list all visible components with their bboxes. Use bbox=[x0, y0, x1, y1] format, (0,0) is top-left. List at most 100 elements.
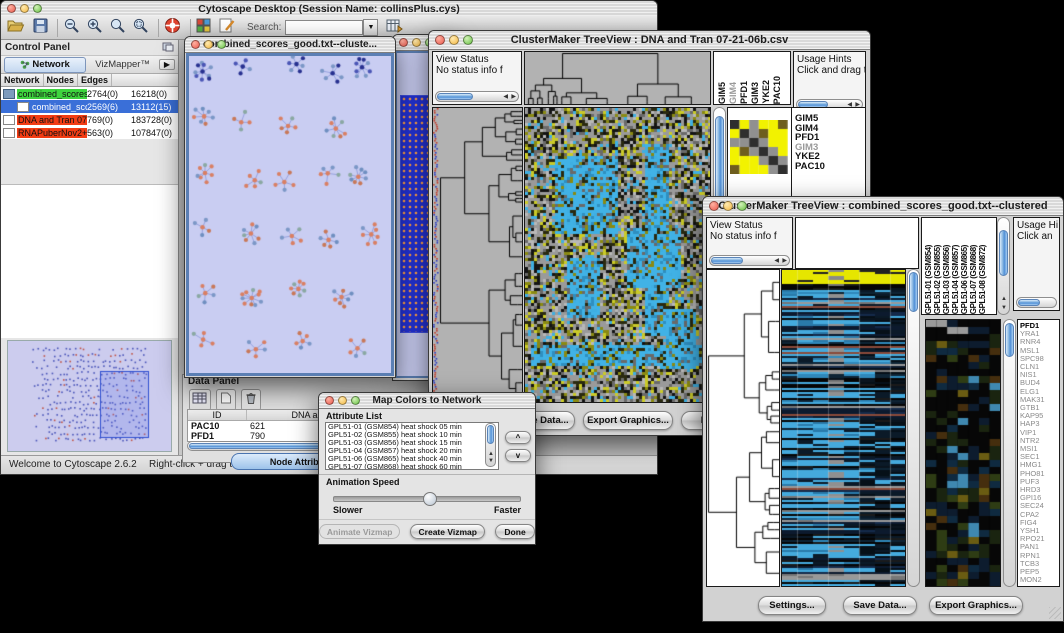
column-label[interactable]: GPL51-06 (GSM865) bbox=[960, 245, 969, 314]
birdseye-view[interactable] bbox=[7, 340, 172, 452]
minimize-button[interactable] bbox=[338, 396, 347, 405]
annotation-icon[interactable] bbox=[219, 18, 235, 38]
tv1-column-dendrogram[interactable] bbox=[524, 51, 711, 105]
zoom-selected-icon[interactable] bbox=[132, 17, 149, 38]
table-mode-icon[interactable] bbox=[189, 389, 211, 411]
zoom-heatmap-canvas[interactable] bbox=[926, 320, 1000, 586]
network-table-row[interactable]: combined_scores 2764(0) 16218(0) bbox=[1, 87, 178, 100]
animation-slider[interactable] bbox=[333, 496, 521, 502]
tv2-heatmap-vscroll[interactable] bbox=[907, 269, 920, 587]
column-label[interactable]: GPL51-04 (GSM857) bbox=[951, 245, 960, 314]
column-header[interactable]: Edges bbox=[78, 74, 112, 86]
delete-attribute-icon[interactable] bbox=[241, 389, 261, 411]
column-label[interactable]: GPL51-03 (GSM856) bbox=[942, 245, 951, 314]
search-input[interactable] bbox=[285, 20, 363, 35]
column-label[interactable]: GPL51-08 (GSM872) bbox=[978, 245, 987, 314]
minimize-button[interactable] bbox=[20, 4, 29, 13]
scroll-thumb[interactable] bbox=[487, 425, 494, 444]
scroll-thumb[interactable] bbox=[1018, 299, 1040, 306]
scroll-thumb[interactable] bbox=[1005, 323, 1014, 357]
zoom-button[interactable] bbox=[351, 396, 360, 405]
scroll-up-arrow[interactable]: ▲ bbox=[1001, 296, 1007, 302]
column-label[interactable]: GPL51-02 (GSM855) bbox=[933, 245, 942, 314]
column-header[interactable]: Nodes bbox=[44, 74, 79, 86]
help-ring-icon[interactable] bbox=[164, 17, 181, 39]
close-button[interactable] bbox=[7, 4, 16, 13]
close-button[interactable] bbox=[435, 35, 445, 45]
minimize-button[interactable] bbox=[723, 201, 733, 211]
treeview1-titlebar[interactable]: ClusterMaker TreeView : DNA and Tran 07-… bbox=[429, 31, 870, 50]
treeview2-titlebar[interactable]: ClusterMaker TreeView : combined_scores_… bbox=[703, 197, 1063, 216]
zoom-button[interactable] bbox=[463, 35, 473, 45]
float-panel-icon[interactable] bbox=[162, 39, 174, 57]
network-canvas[interactable] bbox=[189, 56, 391, 370]
open-session-icon[interactable] bbox=[7, 18, 25, 38]
network-table-row[interactable]: combined_sco 2569(6) 13112(15) bbox=[1, 100, 178, 113]
column-header[interactable]: Network bbox=[1, 74, 44, 86]
tv2-row-dendrogram[interactable] bbox=[706, 269, 780, 587]
birdseye-canvas[interactable] bbox=[8, 341, 172, 449]
network-table-row[interactable]: DNA and Tran 07 769(0) 183728(0) bbox=[1, 113, 178, 126]
close-button[interactable] bbox=[399, 38, 408, 47]
column-tree-canvas[interactable] bbox=[525, 52, 710, 104]
scroll-right-arrow[interactable]: ▶ bbox=[511, 94, 516, 100]
data-column-id[interactable]: ID bbox=[188, 410, 247, 420]
column-label[interactable]: PFD1 bbox=[739, 81, 749, 104]
zoom-button[interactable] bbox=[33, 4, 42, 13]
dialog-button[interactable]: Animate Vizmap bbox=[319, 524, 400, 539]
tv2-genes-vscroll[interactable] bbox=[1003, 319, 1016, 587]
save-session-icon[interactable] bbox=[33, 18, 48, 38]
column-label[interactable]: PAC10 bbox=[772, 76, 782, 104]
tv1-row-dendrogram[interactable] bbox=[432, 107, 523, 403]
scroll-down-arrow[interactable]: ▼ bbox=[488, 458, 494, 464]
tv1-status-hscroll[interactable]: ◀ ▶ bbox=[435, 91, 519, 102]
heatmap-canvas[interactable] bbox=[525, 108, 710, 402]
column-label[interactable]: GPL51-01 (GSM854) bbox=[924, 245, 933, 314]
tv2-zoom-heatmap[interactable] bbox=[925, 319, 1001, 587]
minimize-button[interactable] bbox=[204, 40, 213, 49]
minimize-button[interactable] bbox=[412, 38, 421, 47]
zoom-fit-icon[interactable] bbox=[109, 17, 126, 38]
dialog-button[interactable]: Done bbox=[495, 524, 535, 539]
column-label[interactable]: GIM5 bbox=[717, 82, 727, 104]
scroll-thumb[interactable] bbox=[999, 230, 1008, 276]
move-down-button[interactable]: v bbox=[505, 449, 531, 462]
minimize-button[interactable] bbox=[449, 35, 459, 45]
column-label[interactable]: GIM3 bbox=[750, 82, 760, 104]
move-up-button[interactable]: ^ bbox=[505, 431, 531, 444]
row-tree-canvas[interactable] bbox=[707, 270, 779, 586]
tv1-heatmap[interactable] bbox=[524, 107, 711, 403]
tab-overflow-button[interactable]: ▶ bbox=[159, 59, 175, 70]
scroll-down-arrow[interactable]: ▼ bbox=[1001, 305, 1007, 311]
network-table-row[interactable]: RNAPuberNov2+ 563(0) 107847(0) bbox=[1, 126, 178, 139]
dialog-titlebar[interactable]: Map Colors to Network bbox=[319, 393, 535, 409]
slider-thumb[interactable] bbox=[423, 492, 437, 506]
dialog-button[interactable]: Create Vizmap bbox=[410, 524, 485, 539]
network-titlebar[interactable]: combined_scores_good.txt--cluste... bbox=[185, 37, 395, 53]
tv2-status-hscroll[interactable]: ◀ ▶ bbox=[709, 255, 790, 266]
export-graphics-button[interactable]: Export Graphics... bbox=[583, 411, 673, 430]
gene-label[interactable]: MON2 bbox=[1020, 576, 1059, 584]
scroll-left-arrow[interactable]: ◀ bbox=[503, 94, 508, 100]
main-titlebar[interactable]: Cytoscape Desktop (Session Name: collins… bbox=[1, 1, 657, 17]
zoom-out-icon[interactable] bbox=[63, 17, 80, 38]
column-label[interactable]: GIM4 bbox=[728, 82, 738, 104]
tv2-labels-vscroll[interactable]: ▲ ▼ bbox=[997, 217, 1010, 315]
close-button[interactable] bbox=[191, 40, 200, 49]
row-label[interactable]: PAC10 bbox=[795, 162, 865, 172]
zoom-in-icon[interactable] bbox=[86, 17, 103, 38]
attribute-list-item[interactable]: GPL51-07 (GSM868) heat shock 60 min bbox=[326, 463, 498, 470]
zoom-heatmap-canvas[interactable] bbox=[730, 120, 788, 174]
tab-network[interactable]: Network bbox=[4, 57, 86, 73]
settings-button[interactable]: Settings... bbox=[758, 596, 826, 615]
zoom-button[interactable] bbox=[737, 201, 747, 211]
scroll-thumb[interactable] bbox=[909, 272, 918, 312]
heatmap-canvas[interactable] bbox=[782, 270, 905, 586]
new-attribute-icon[interactable] bbox=[216, 389, 236, 411]
close-button[interactable] bbox=[709, 201, 719, 211]
save-data-button[interactable]: Save Data... bbox=[843, 596, 917, 615]
resize-grip[interactable] bbox=[1049, 607, 1061, 619]
row-tree-canvas[interactable] bbox=[439, 108, 522, 402]
column-label[interactable]: GPL51-07 (GSM868) bbox=[969, 245, 978, 314]
tv2-heatmap[interactable] bbox=[781, 269, 906, 587]
